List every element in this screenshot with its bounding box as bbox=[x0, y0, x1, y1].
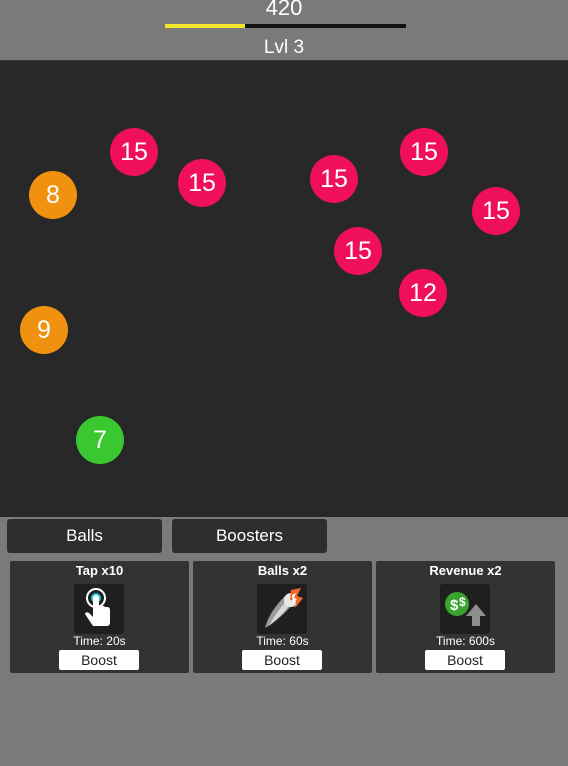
tab-balls[interactable]: Balls bbox=[7, 519, 162, 553]
booster-card-tap: Tap x10 Time: 20s Boost bbox=[10, 561, 189, 673]
boost-button[interactable]: Boost bbox=[242, 650, 322, 670]
booster-time: Time: 60s bbox=[256, 634, 309, 648]
boost-button[interactable]: Boost bbox=[59, 650, 139, 670]
ball[interactable]: 8 bbox=[29, 171, 77, 219]
ball-value: 15 bbox=[410, 137, 438, 166]
ball[interactable]: 9 bbox=[20, 306, 68, 354]
boost-button[interactable]: Boost bbox=[425, 650, 505, 670]
score-label: 420 bbox=[265, 0, 303, 20]
ball-value: 9 bbox=[37, 315, 51, 344]
ball-value: 7 bbox=[93, 425, 107, 454]
svg-text:$: $ bbox=[459, 595, 466, 609]
booster-time: Time: 20s bbox=[73, 634, 126, 648]
svg-text:$: $ bbox=[450, 597, 459, 614]
ball-value: 15 bbox=[482, 196, 510, 225]
booster-title: Tap x10 bbox=[75, 563, 124, 578]
booster-title: Balls x2 bbox=[257, 563, 308, 578]
booster-card-revenue: Revenue x2 $ $ Time: 600s Boost bbox=[376, 561, 555, 673]
ball[interactable]: 15 bbox=[178, 159, 226, 207]
level-label: Lvl 3 bbox=[263, 37, 305, 58]
booster-title: Revenue x2 bbox=[429, 563, 502, 578]
ball[interactable]: 12 bbox=[399, 269, 447, 317]
level-progress-bar bbox=[165, 24, 406, 28]
level-progress-fill bbox=[165, 24, 245, 28]
ball-value: 12 bbox=[409, 278, 437, 307]
ball[interactable]: 15 bbox=[110, 128, 158, 176]
tap-hand-icon bbox=[74, 584, 124, 634]
tab-boosters[interactable]: Boosters bbox=[172, 519, 327, 553]
ball-value: 15 bbox=[344, 236, 372, 265]
ball[interactable]: 15 bbox=[334, 227, 382, 275]
ball-value: 15 bbox=[188, 168, 216, 197]
booster-card-balls: Balls x2 Time: 60s Boost bbox=[193, 561, 372, 673]
ball[interactable]: 15 bbox=[472, 187, 520, 235]
booster-time: Time: 600s bbox=[436, 634, 495, 648]
ball[interactable]: 15 bbox=[400, 128, 448, 176]
tab-bar: Balls Boosters bbox=[0, 519, 568, 553]
ball-value: 15 bbox=[120, 137, 148, 166]
ball[interactable]: 7 bbox=[76, 416, 124, 464]
ball-value: 15 bbox=[320, 164, 348, 193]
ball-value: 8 bbox=[46, 180, 60, 209]
revenue-up-icon: $ $ bbox=[440, 584, 490, 634]
ball[interactable]: 15 bbox=[310, 155, 358, 203]
play-field[interactable]: 15 15 15 15 8 15 15 12 9 7 bbox=[0, 60, 568, 517]
speeding-ball-icon bbox=[257, 584, 307, 634]
